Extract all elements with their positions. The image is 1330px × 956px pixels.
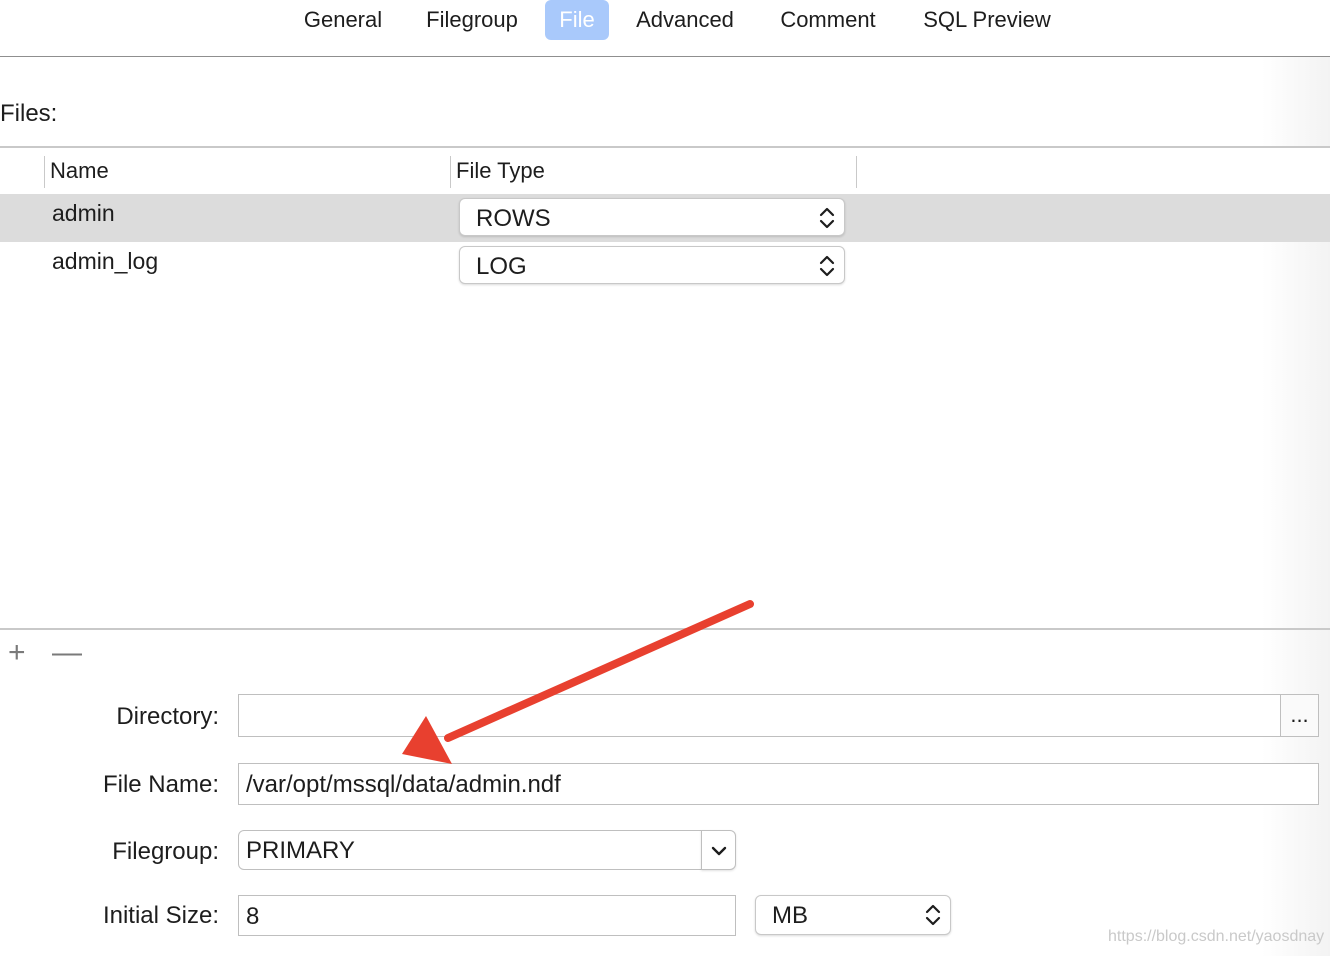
- watermark-text: https://blog.csdn.net/yaosdnay: [1108, 928, 1325, 945]
- annotation-arrow-icon: [402, 600, 754, 764]
